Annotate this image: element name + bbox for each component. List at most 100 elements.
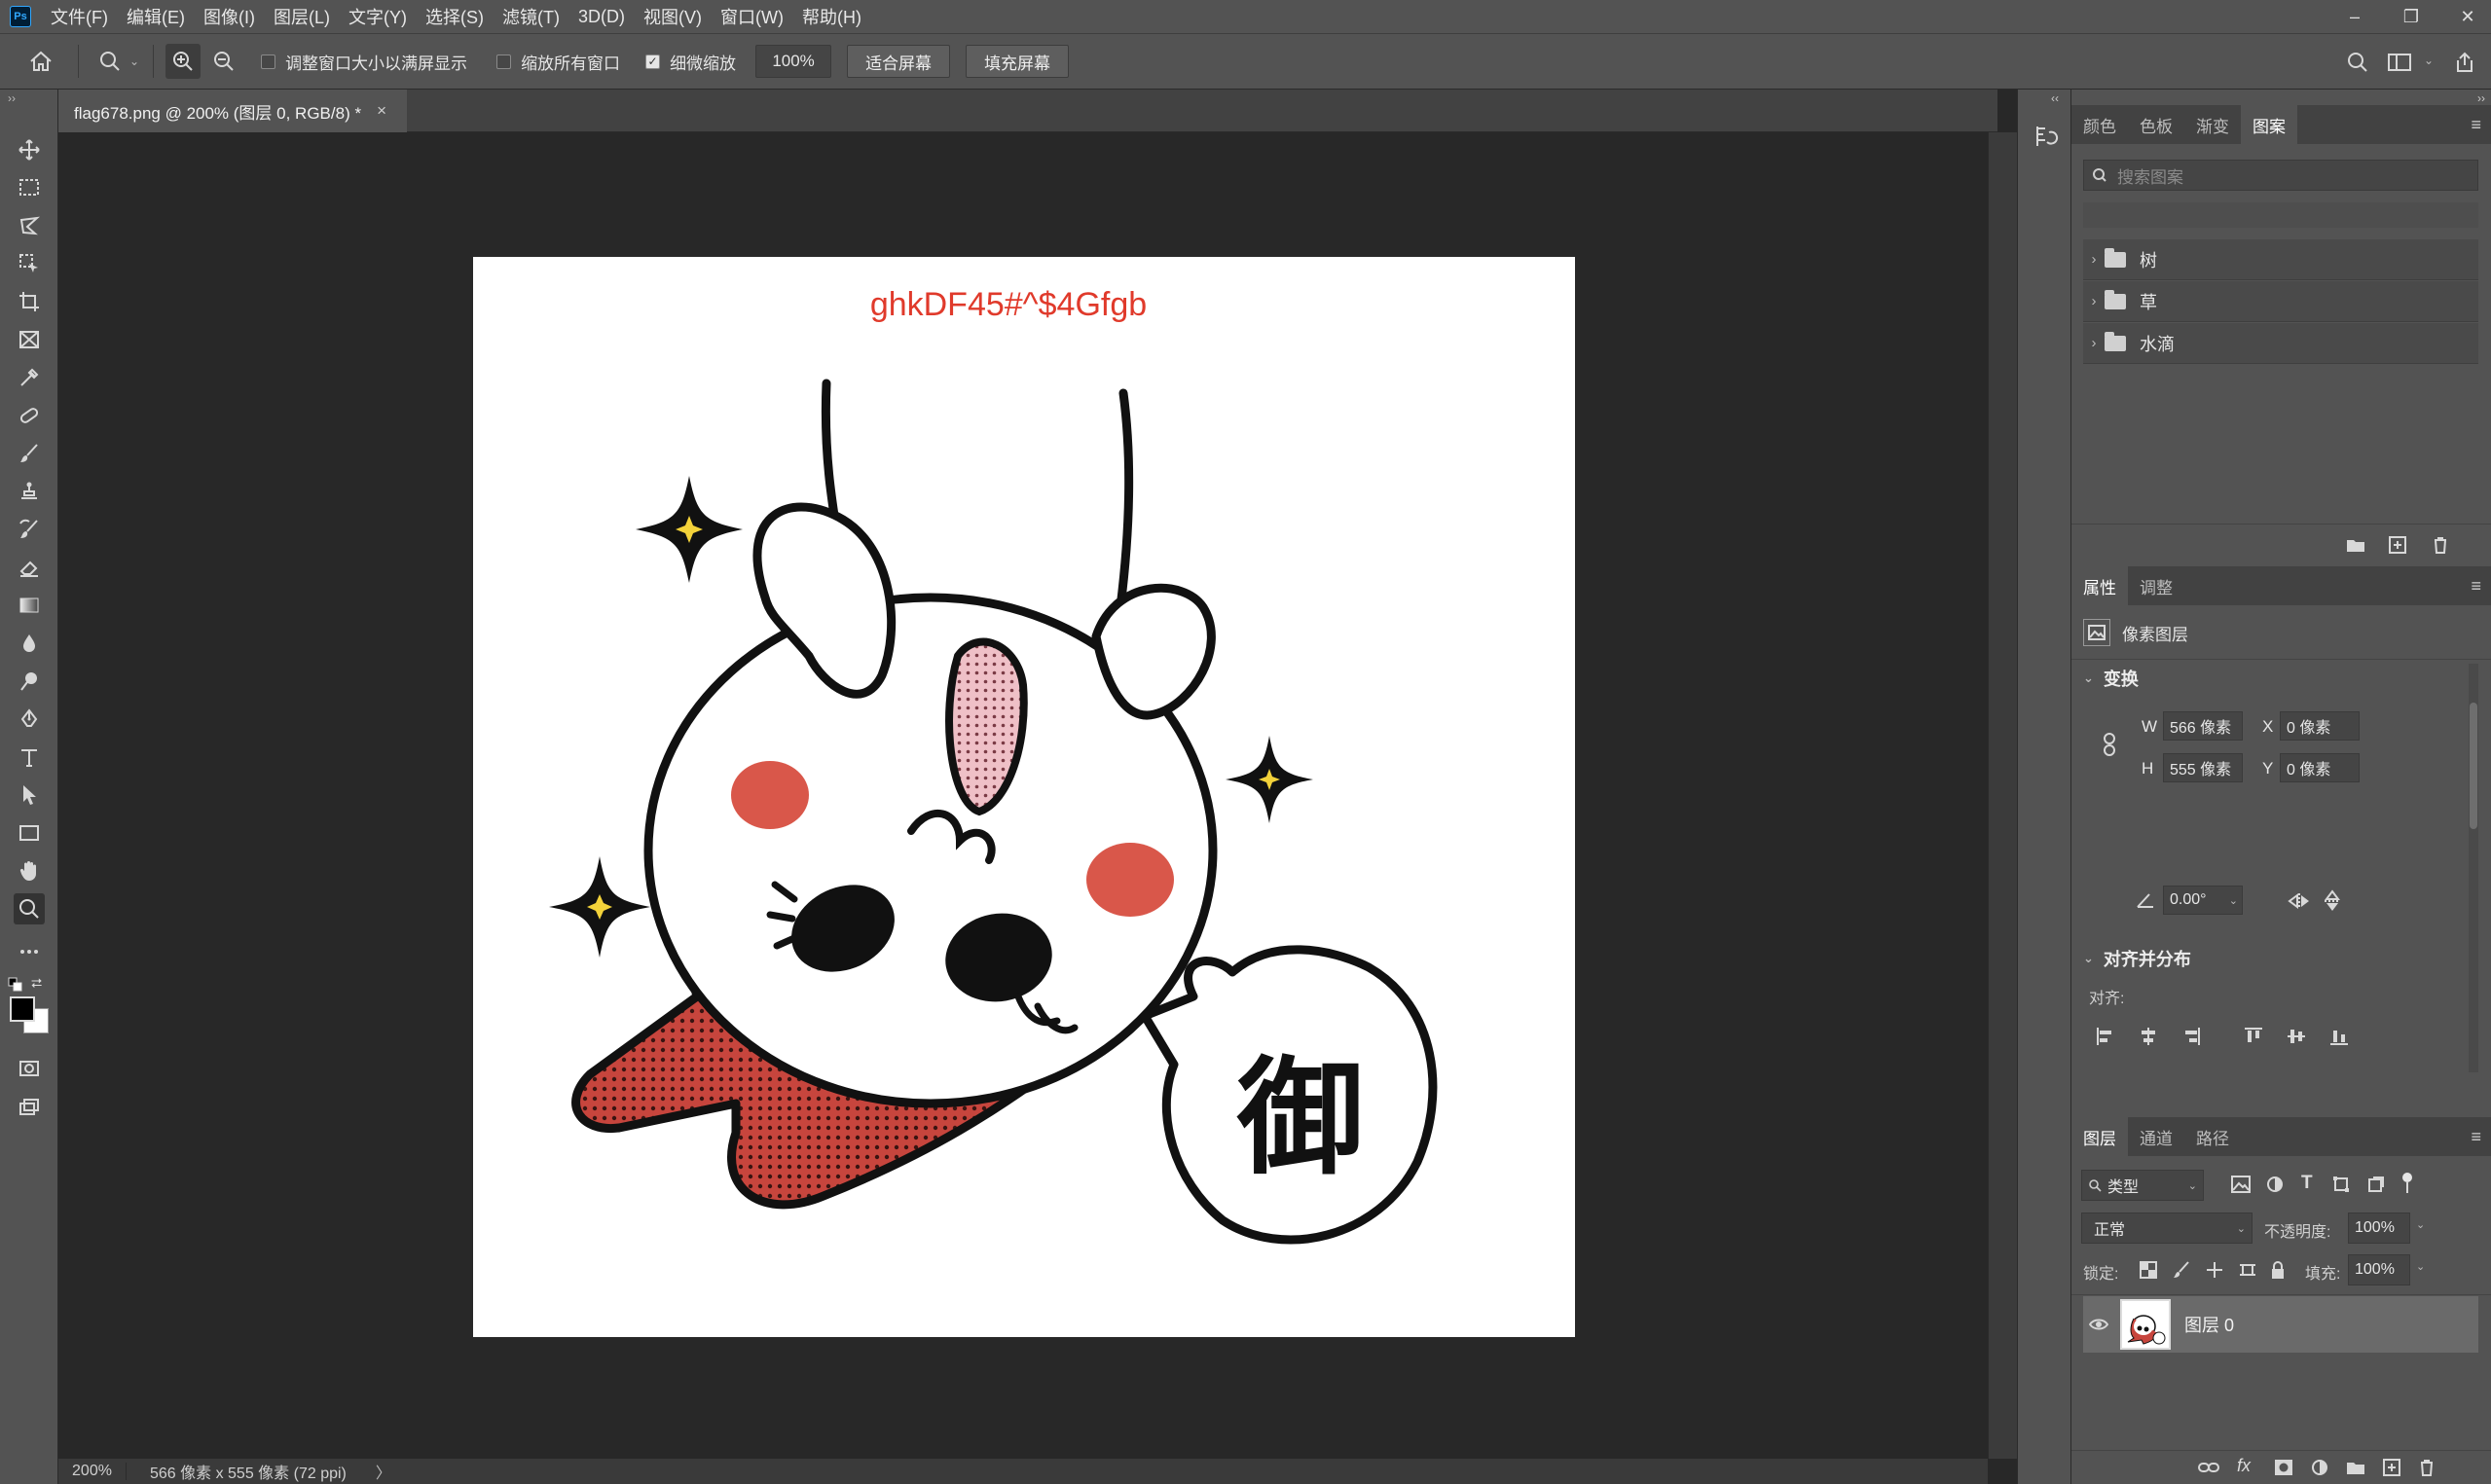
tab-color[interactable]: 颜色 xyxy=(2071,105,2128,144)
width-field[interactable]: 566 像素 xyxy=(2163,711,2243,741)
menu-layer[interactable]: 图层(L) xyxy=(274,4,330,29)
status-zoom[interactable]: 200% xyxy=(58,1463,127,1480)
zoom-tool-preset-icon[interactable] xyxy=(92,44,128,79)
menu-select[interactable]: 选择(S) xyxy=(425,4,484,29)
transform-section-header[interactable]: ⌄ 变换 xyxy=(2083,666,2139,691)
menu-image[interactable]: 图像(I) xyxy=(203,4,255,29)
pattern-search-input[interactable]: 搜索图案 xyxy=(2083,160,2478,191)
align-bottom-icon[interactable] xyxy=(2328,1026,2350,1047)
document-tab[interactable]: flag678.png @ 200% (图层 0, RGB/8) * × xyxy=(58,90,407,132)
resize-windows-checkbox[interactable] xyxy=(261,54,276,69)
tab-swatches[interactable]: 色板 xyxy=(2128,105,2184,144)
lock-image-pixels-icon[interactable] xyxy=(2173,1261,2190,1279)
pen-tool-icon[interactable] xyxy=(14,704,45,735)
flip-vertical-icon[interactable] xyxy=(2323,889,2342,913)
filter-adjustment-icon[interactable] xyxy=(2266,1176,2284,1193)
filter-shape-icon[interactable] xyxy=(2332,1176,2350,1193)
eyedropper-tool-icon[interactable] xyxy=(14,362,45,393)
resize-windows-option[interactable]: 调整窗口大小以满屏显示 xyxy=(261,50,467,74)
fill-field[interactable]: 100% xyxy=(2348,1254,2410,1285)
scrubby-zoom-checkbox[interactable]: ✓ xyxy=(645,54,661,69)
tab-patterns[interactable]: 图案 xyxy=(2241,105,2297,144)
layer-filter-select[interactable]: 类型 ⌄ xyxy=(2081,1170,2204,1201)
filter-pixel-icon[interactable] xyxy=(2231,1176,2251,1193)
scrubby-zoom-option[interactable]: ✓ 细微缩放 xyxy=(645,50,736,74)
more-tools-icon[interactable] xyxy=(14,936,45,967)
clone-stamp-tool-icon[interactable] xyxy=(14,476,45,507)
menu-file[interactable]: 文件(F) xyxy=(51,4,108,29)
default-colors-icon[interactable] xyxy=(8,977,23,997)
swap-colors-icon[interactable]: ⮂ xyxy=(31,975,42,992)
eye-icon[interactable] xyxy=(2089,1318,2108,1331)
chevron-down-icon[interactable]: ⌄ xyxy=(2416,1260,2425,1273)
new-adjustment-layer-icon[interactable] xyxy=(2311,1459,2328,1476)
panel-menu-icon[interactable]: ≡ xyxy=(2471,105,2481,144)
fill-screen-button[interactable]: 填充屏幕 xyxy=(966,45,1070,78)
panel-menu-icon[interactable]: ≡ xyxy=(2471,566,2481,605)
tab-paths[interactable]: 路径 xyxy=(2184,1117,2241,1156)
lock-all-icon[interactable] xyxy=(2270,1260,2286,1280)
link-icon[interactable] xyxy=(2103,732,2116,757)
crop-tool-icon[interactable] xyxy=(14,286,45,317)
type-tool-icon[interactable] xyxy=(14,742,45,773)
blend-mode-select[interactable]: 正常 ⌄ xyxy=(2081,1213,2253,1244)
search-icon[interactable] xyxy=(2340,45,2375,80)
close-button[interactable]: ✕ xyxy=(2458,7,2477,27)
add-mask-icon[interactable] xyxy=(2274,1459,2293,1476)
status-menu-arrow[interactable]: 〉 xyxy=(376,1460,391,1483)
canvas-area[interactable]: ghkDF45#^$4Gfgb 御 xyxy=(58,132,1988,1459)
align-left-icon[interactable] xyxy=(2095,1026,2116,1047)
zoom-in-icon[interactable] xyxy=(165,44,201,79)
filter-toggle-icon[interactable] xyxy=(2400,1172,2414,1195)
tab-gradients[interactable]: 渐变 xyxy=(2184,105,2241,144)
foreground-color-swatch[interactable] xyxy=(10,996,35,1022)
dodge-tool-icon[interactable] xyxy=(14,666,45,697)
menu-help[interactable]: 帮助(H) xyxy=(802,4,861,29)
opacity-field[interactable]: 100% xyxy=(2348,1213,2410,1244)
share-icon[interactable] xyxy=(2447,45,2482,80)
vertical-scrollbar[interactable] xyxy=(1988,132,2017,1459)
filter-type-icon[interactable]: T xyxy=(2301,1173,2313,1194)
object-selection-tool-icon[interactable] xyxy=(14,248,45,279)
eraser-tool-icon[interactable] xyxy=(14,552,45,583)
chevron-right-icon[interactable]: › xyxy=(2083,293,2105,309)
quick-mask-icon[interactable] xyxy=(14,1053,45,1084)
menu-3d[interactable]: 3D(D) xyxy=(578,7,625,27)
path-selection-tool-icon[interactable] xyxy=(14,779,45,811)
pattern-folder[interactable]: › 草 xyxy=(2083,281,2478,322)
align-horizontal-center-icon[interactable] xyxy=(2138,1026,2159,1047)
expand-toolbar-icon[interactable]: ›› xyxy=(8,91,16,105)
menu-window[interactable]: 窗口(W) xyxy=(720,4,784,29)
flip-horizontal-icon[interactable] xyxy=(2288,891,2311,911)
collapse-dock-icon[interactable]: ‹‹ xyxy=(2051,91,2059,105)
new-group-icon[interactable] xyxy=(2346,1460,2365,1475)
delete-layer-icon[interactable] xyxy=(2418,1459,2436,1476)
move-tool-icon[interactable] xyxy=(14,134,45,165)
properties-scrollbar[interactable] xyxy=(2469,664,2478,1072)
rectangle-tool-icon[interactable] xyxy=(14,817,45,849)
restore-button[interactable]: ❐ xyxy=(2401,7,2421,27)
chevron-right-icon[interactable]: › xyxy=(2083,251,2105,268)
align-vertical-center-icon[interactable] xyxy=(2286,1026,2307,1047)
home-icon[interactable] xyxy=(23,44,58,79)
tab-properties[interactable]: 属性 xyxy=(2071,566,2128,605)
layer-effects-icon[interactable]: fx xyxy=(2237,1456,2251,1476)
lock-position-icon[interactable] xyxy=(2206,1261,2223,1279)
zoom-all-option[interactable]: 缩放所有窗口 xyxy=(496,50,620,74)
close-tab-icon[interactable]: × xyxy=(377,101,386,121)
tab-layers[interactable]: 图层 xyxy=(2071,1117,2128,1156)
workspace-icon[interactable] xyxy=(2382,45,2417,80)
history-panel-icon[interactable] xyxy=(2032,123,2059,150)
pattern-folder[interactable]: › 树 xyxy=(2083,239,2478,280)
angle-field[interactable]: 0.00° ⌄ xyxy=(2163,886,2243,915)
layer-row[interactable]: 图层 0 xyxy=(2083,1296,2478,1353)
filter-smart-object-icon[interactable] xyxy=(2367,1176,2385,1193)
history-brush-tool-icon[interactable] xyxy=(14,514,45,545)
blur-tool-icon[interactable] xyxy=(14,628,45,659)
menu-type[interactable]: 文字(Y) xyxy=(348,4,407,29)
brush-tool-icon[interactable] xyxy=(14,438,45,469)
scroll-thumb[interactable] xyxy=(2470,703,2477,829)
y-field[interactable]: 0 像素 xyxy=(2280,753,2360,782)
lock-transparent-pixels-icon[interactable] xyxy=(2140,1261,2157,1279)
hand-tool-icon[interactable] xyxy=(14,855,45,887)
